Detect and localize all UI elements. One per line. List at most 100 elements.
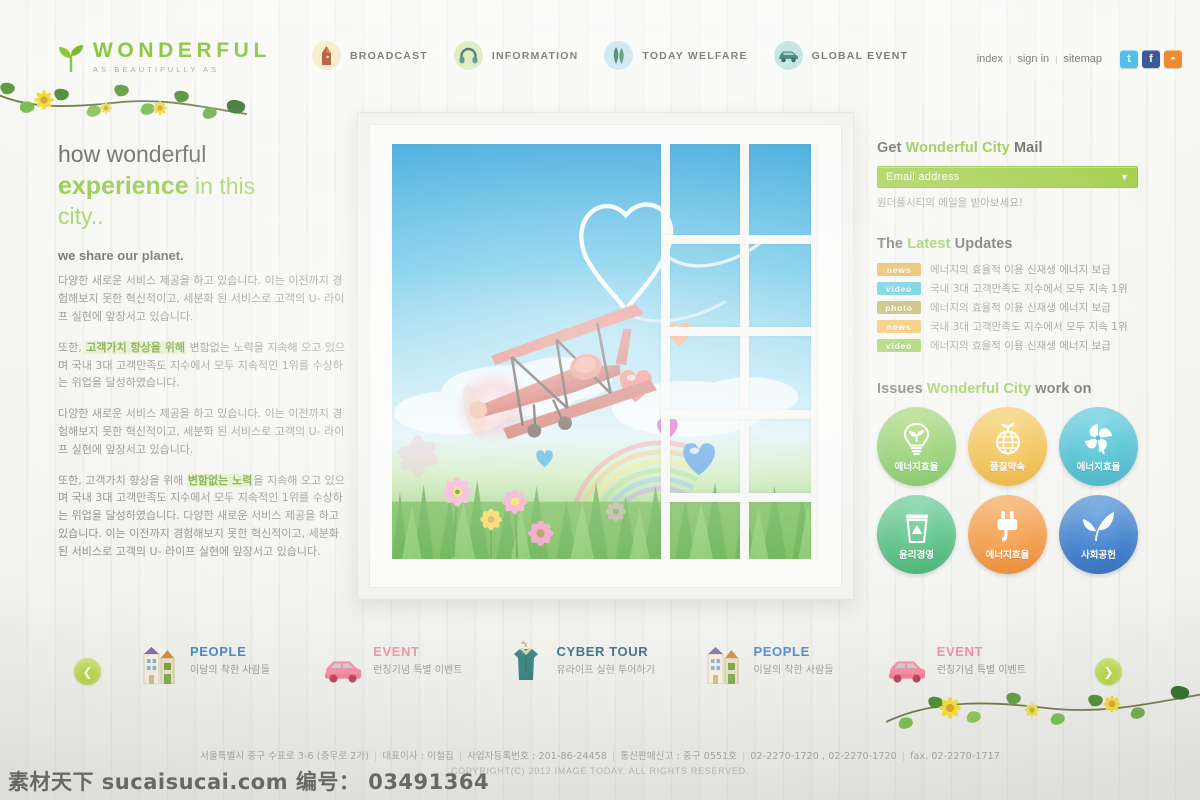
mail-title-accent: Wonderful City <box>905 140 1010 156</box>
util-link-index[interactable]: index <box>971 53 1009 65</box>
issue-energy-efficiency-bulb[interactable]: 에너지효율 <box>877 407 956 486</box>
carousel-item-title: PEOPLE <box>190 644 247 659</box>
intro-paragraph-1: 다양한 새로운 서비스 제공을 하고 있습니다. 이는 이전까지 경험해보지 못… <box>58 274 345 323</box>
car-icon <box>778 51 798 62</box>
site-header: WONDERFUL AS BEAUTIFULLY AS BROADCAST IN… <box>0 0 1200 96</box>
intro-subhead: we share our planet. <box>58 248 184 264</box>
mail-signup-block: Get Wonderful City Mail Email address ▼ … <box>877 140 1139 210</box>
footer-phone: 02-2270-1720 , 02-2270-1720 <box>750 751 897 762</box>
carousel-item-people[interactable]: PEOPLE 이달의 착한 사람들 <box>140 636 323 684</box>
issue-quality-promise[interactable]: 품질약속 <box>968 407 1047 486</box>
list-item[interactable]: video 국내 3대 고객만족도 지수에서 모두 지속 1위 <box>877 281 1139 296</box>
carousel-item-subtitle: 런칭기념 특별 이벤트 <box>936 665 1026 676</box>
nav-bubble-broadcast <box>312 41 341 70</box>
page-root: WONDERFUL AS BEAUTIFULLY AS BROADCAST IN… <box>0 0 1200 800</box>
carousel-item-text: CYBER TOUR 유라이프 실현 투어하기 <box>556 644 654 676</box>
issue-label: 에너지효율 <box>894 462 939 473</box>
paragraph2-pre: 또한, <box>58 340 86 354</box>
paragraph4-highlight: 변함없는 노력 <box>186 473 254 487</box>
updates-title-accent: Latest <box>907 236 951 252</box>
utility-navigation: index | sign in | sitemap t f ◓ <box>971 50 1182 68</box>
headline-line2-rest: in this <box>188 172 256 199</box>
mail-title-pre: Get <box>877 140 906 156</box>
issue-label: 에너지효율 <box>1076 462 1121 473</box>
buildings-icon <box>704 636 744 684</box>
globe-sprout-icon <box>993 422 1023 456</box>
hero-scene <box>392 144 819 559</box>
list-item[interactable]: video 에너지의 효율적 이용 신재생 에너지 보급 <box>877 338 1139 353</box>
chevron-right-icon[interactable]: ❯ <box>1095 658 1122 685</box>
carousel-item-subtitle: 유라이프 실현 투어하기 <box>556 665 655 676</box>
status-badge: video <box>877 282 921 295</box>
updates-list: news 에너지의 효율적 이용 신재생 에너지 보급 video 국내 3대 … <box>877 262 1139 353</box>
carousel-item-subtitle: 이달의 착한 사람들 <box>753 665 834 676</box>
issue-social-contribution[interactable]: 사회공헌 <box>1059 495 1138 574</box>
status-badge: video <box>877 339 921 352</box>
nav-item-today-welfare[interactable]: TODAY WELFARE <box>604 41 747 70</box>
rss-icon[interactable]: ◓ <box>1164 50 1182 68</box>
util-link-signin[interactable]: sign in <box>1011 53 1055 65</box>
footer-info-line: 서울특별시 중구 수표로 3-6 (충무로 2가) | 대표이사 : 이철집 | 사업자… <box>200 751 1000 762</box>
window-mullion-horizontal-1 <box>661 235 819 245</box>
two-leaves-icon <box>1082 510 1115 544</box>
window-sash-right <box>811 144 819 559</box>
chevron-down-icon[interactable]: ▼ <box>1120 172 1129 182</box>
footer-address: 서울특별시 중구 수표로 3-6 (충무로 2가) <box>200 751 370 762</box>
logo-tagline: AS BEAUTIFULLY AS <box>93 65 220 75</box>
chevron-left-icon[interactable]: ❮ <box>74 658 101 685</box>
issues-title-accent: Wonderful City <box>926 381 1032 397</box>
nav-item-global-event[interactable]: GLOBAL EVENT <box>773 41 908 70</box>
nav-item-broadcast[interactable]: BROADCAST <box>312 41 428 70</box>
intro-paragraph-3: 다양한 새로운 서비스 제공을 하고 있습니다. 이는 이전까지 경험해보지 못… <box>58 407 345 456</box>
issue-label: 에너지효율 <box>985 550 1030 561</box>
carousel-item-title: CYBER TOUR <box>556 644 649 659</box>
carousel-item-text: EVENT 런칭기념 특별 이벤트 <box>373 644 462 676</box>
twitter-icon[interactable]: t <box>1120 50 1138 68</box>
list-item[interactable]: news 에너지의 효율적 이용 신재생 에너지 보급 <box>877 262 1139 277</box>
mail-title-post: Mail <box>1009 140 1043 156</box>
status-badge: news <box>877 263 921 276</box>
carousel-item-event[interactable]: EVENT 런칭기념 특별 이벤트 <box>323 636 506 684</box>
logo-wordmark: WONDERFUL <box>93 39 271 62</box>
issue-ethical-management[interactable]: 윤리경영 <box>877 495 956 574</box>
issue-energy-efficiency-plug[interactable]: 에너지효율 <box>968 495 1047 574</box>
nav-label-broadcast: BROADCAST <box>350 49 428 62</box>
update-text: 에너지의 효율적 이용 신재생 에너지 보급 <box>930 264 1111 276</box>
util-link-sitemap[interactable]: sitemap <box>1057 53 1108 65</box>
carousel-item-subtitle: 런칭기념 특별 이벤트 <box>373 665 463 676</box>
updates-title-post: Updates <box>950 236 1013 252</box>
issue-label: 윤리경영 <box>899 550 934 561</box>
carousel-item-event-2[interactable]: EVENT 런칭기념 특별 이벤트 <box>887 636 1070 684</box>
issue-energy-efficiency-pinwheel[interactable]: 에너지효율 <box>1059 407 1138 486</box>
update-text: 에너지의 효율적 이용 신재생 에너지 보급 <box>930 302 1111 314</box>
footer-fax: fax. 02-2270-1717 <box>910 751 1000 762</box>
nav-item-information[interactable]: INFORMATION <box>453 41 579 70</box>
updates-title-pre: The <box>877 236 908 252</box>
car-icon <box>887 636 927 684</box>
issues-grid: 에너지효율 품질약속 에너지효율 윤리경영 에너지효율 사회공헌 <box>877 407 1139 574</box>
main-navigation: BROADCAST INFORMATION TODAY WELFARE GLOB… <box>312 41 908 70</box>
carousel-item-people-2[interactable]: PEOPLE 이달의 착한 사람들 <box>704 636 887 684</box>
paragraph2-highlight: 고객가치 향상을 위해 <box>85 340 186 354</box>
hero-window-image[interactable] <box>357 112 854 600</box>
recycle-bin-icon <box>903 510 931 544</box>
email-field[interactable]: Email address ▼ <box>877 166 1138 188</box>
nav-bubble-global-event <box>773 41 803 70</box>
headline-line1: how wonderful <box>58 141 207 167</box>
window-mullion-horizontal-4 <box>661 492 819 502</box>
facebook-icon[interactable]: f <box>1142 50 1160 68</box>
carousel-items: PEOPLE 이달의 착한 사람들 EVENT 런칭기념 특별 이벤트 CYBE… <box>140 636 1070 684</box>
footer-business-number: 사업자등록번호 : 201-86-24458 <box>467 751 607 762</box>
mail-signup-note: 원더풀시티의 메일을 받아보세요! <box>877 197 1024 209</box>
social-links: t f ◓ <box>1120 50 1182 68</box>
nav-label-today-welfare: TODAY WELFARE <box>642 49 748 62</box>
list-item[interactable]: news 국내 3대 고객만족도 지수에서 모두 지속 1위 <box>877 319 1139 334</box>
mail-signup-title: Get Wonderful City Mail <box>877 140 1139 156</box>
issue-label: 품질약속 <box>990 462 1025 473</box>
list-item[interactable]: photo 에너지의 효율적 이용 신재생 에너지 보급 <box>877 300 1139 315</box>
sprout-icon <box>59 45 83 73</box>
footer-mailorder-number: 통신판매신고 : 중구 0551호 <box>620 751 738 762</box>
update-text: 국내 3대 고객만족도 지수에서 모두 지속 1위 <box>930 283 1128 295</box>
carousel-item-cyber-tour[interactable]: CYBER TOUR 유라이프 실현 투어하기 <box>506 636 703 684</box>
site-logo[interactable]: WONDERFUL AS BEAUTIFULLY AS <box>58 39 271 75</box>
